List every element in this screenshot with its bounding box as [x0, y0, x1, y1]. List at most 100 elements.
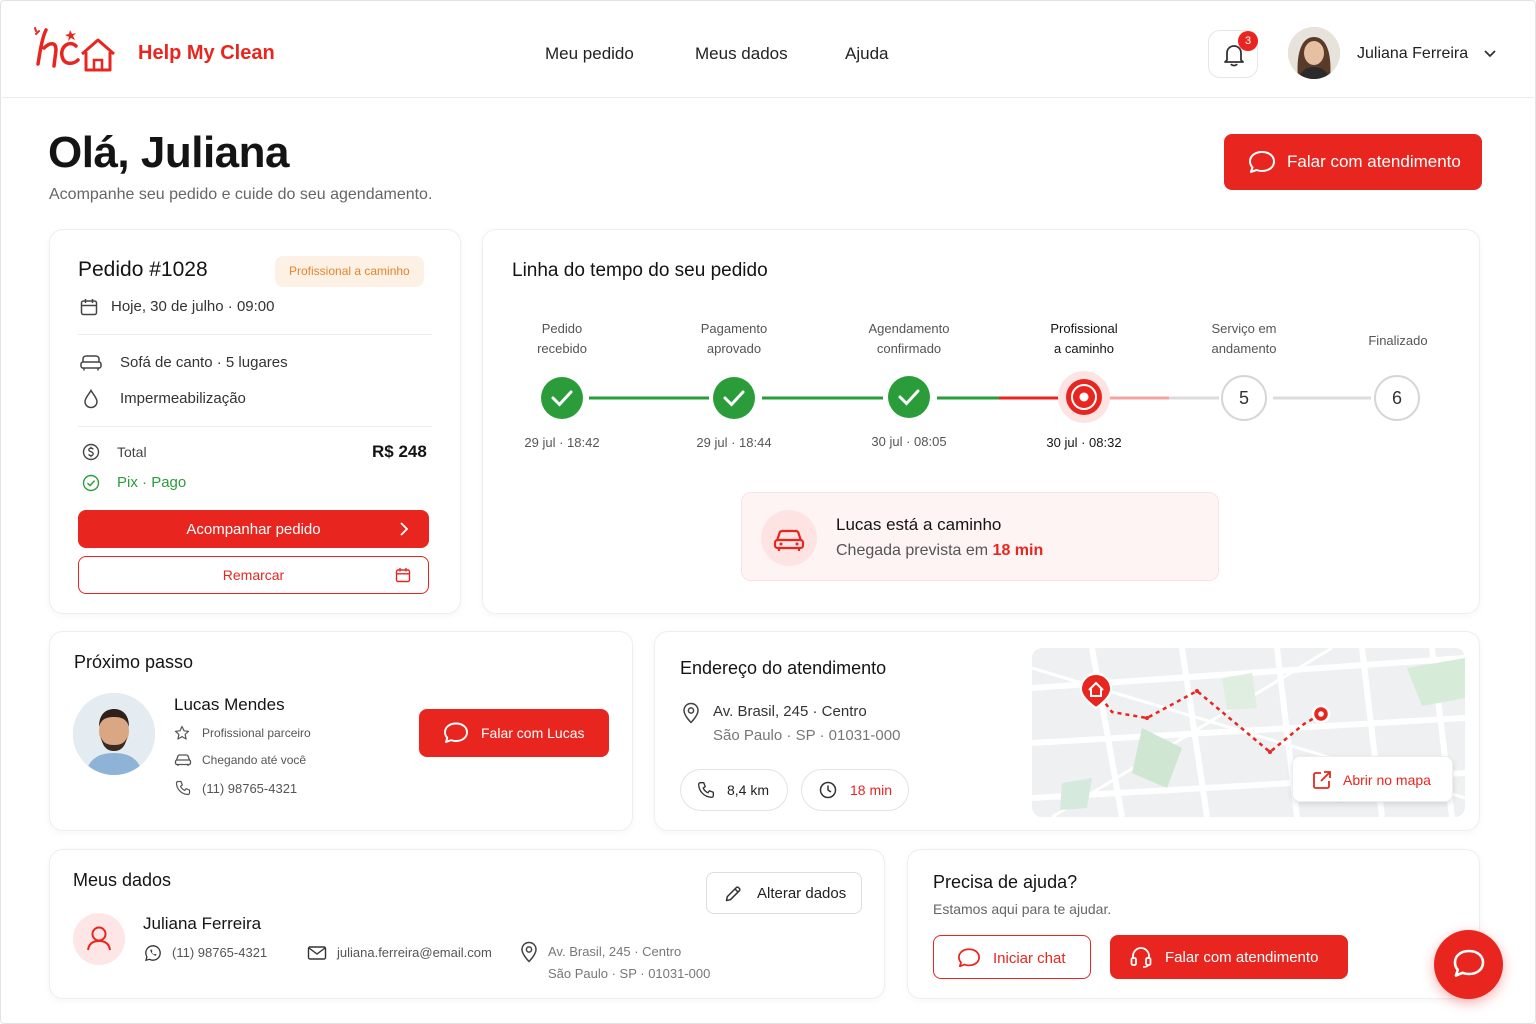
location-target-icon: [1058, 371, 1110, 423]
chat-bubble-icon: [1249, 151, 1275, 173]
next-step-title: Próximo passo: [74, 652, 194, 672]
start-chat-label: Iniciar chat: [993, 950, 1066, 967]
brand-logo[interactable]: [30, 24, 120, 78]
open-map-button[interactable]: Abrir no mapa: [1292, 756, 1453, 802]
help-title: Precisa de ajuda?: [933, 872, 1078, 892]
track-order-label: Acompanhar pedido: [186, 520, 321, 538]
clock-icon: [819, 781, 837, 799]
check-icon: [713, 377, 755, 419]
timeline-step-date: 29 jul · 18:42: [524, 435, 600, 450]
address-district: Centro: [821, 703, 867, 720]
address-line-2: São Paulo · SP · 01031-000: [713, 727, 901, 744]
calendar-icon: [395, 568, 411, 583]
timeline-title: Linha do tempo do seu pedido: [512, 260, 768, 281]
address-state: SP: [795, 727, 816, 744]
talk-to-support-label: Falar com atendimento: [1287, 152, 1461, 171]
start-chat-button[interactable]: Iniciar chat: [933, 935, 1091, 979]
car-small-icon: [174, 754, 192, 766]
open-map-label: Abrir no mapa: [1343, 772, 1431, 788]
customer-phone: (11) 98765-4321: [172, 945, 268, 960]
professional-avatar: [73, 693, 155, 775]
order-date-row: Hoje, 30 de julho · 09:00: [111, 298, 275, 315]
phone-icon: [175, 780, 191, 796]
sofa-icon: [80, 355, 102, 371]
calendar-icon: [80, 299, 98, 316]
customer-name: Juliana Ferreira: [143, 914, 262, 933]
timeline-step-date: 30 jul · 08:32: [1046, 435, 1122, 450]
greeting-title: Olá, Juliana: [48, 128, 289, 177]
notification-badge: 3: [1238, 31, 1258, 51]
nav-meu-pedido[interactable]: Meu pedido: [545, 44, 634, 64]
total-label: Total: [117, 444, 147, 460]
route-map[interactable]: Abrir no mapa: [1032, 648, 1465, 817]
order-card: Pedido #1028 Profissional a caminho Hoje…: [49, 229, 461, 614]
customer-address-line-1: Av. Brasil, 245 · Centro: [548, 944, 682, 959]
order-seats: 5 lugares: [225, 354, 288, 371]
talk-to-support-button[interactable]: Falar com atendimento: [1224, 134, 1482, 190]
track-order-button[interactable]: Acompanhar pedido: [78, 510, 429, 548]
timeline-step-label: Pagamento aprovado: [700, 321, 768, 356]
talk-to-lucas-button[interactable]: Falar com Lucas: [419, 709, 609, 757]
phone-icon: [698, 782, 714, 798]
user-name[interactable]: Juliana Ferreira: [1357, 45, 1468, 63]
address-title: Endereço do atendimento: [680, 658, 887, 678]
support-label: Falar com atendimento: [1165, 949, 1319, 966]
chat-bubble-icon: [444, 722, 468, 743]
chevron-down-icon[interactable]: [1482, 46, 1498, 62]
timeline-step-label: Serviço em andamento: [1211, 321, 1277, 356]
divider: [78, 334, 432, 335]
reschedule-button[interactable]: Remarcar: [78, 556, 429, 594]
location-pin-icon: [521, 941, 537, 963]
payment-method: Pix: [117, 474, 138, 491]
status-badge: Profissional a caminho: [275, 256, 424, 287]
check-circle-icon: [82, 474, 100, 492]
edit-data-label: Alterar dados: [757, 885, 847, 902]
distance-chip: 8,4 km: [680, 769, 788, 811]
duration-chip: 18 min: [801, 769, 909, 811]
customer-email: juliana.ferreira@email.com: [337, 945, 492, 960]
eta-value: 18 min: [992, 542, 1044, 559]
user-avatar[interactable]: [1288, 27, 1340, 79]
mail-icon: [307, 946, 327, 960]
address-city: São Paulo: [713, 727, 783, 744]
user-icon: [73, 913, 125, 965]
top-header: Help My Clean Meu pedido Meus dados Ajud…: [0, 0, 1536, 98]
eta-text: Chegada prevista em 18 min: [836, 542, 1043, 560]
car-icon: [761, 510, 817, 566]
order-timeline-card: Linha do tempo do seu pedido Pedido receb…: [482, 229, 1480, 614]
customer-address-line-2: São Paulo · SP · 01031-000: [548, 966, 711, 981]
order-item-row: Sofá de canto · 5 lugares: [120, 354, 288, 371]
greeting-subtitle: Acompanhe seu pedido e cuide do seu agen…: [49, 186, 433, 203]
professional-role: Profissional parceiro: [202, 726, 311, 740]
timeline-step-label: Finalizado: [1368, 333, 1428, 348]
eta-title: Lucas está a caminho: [836, 515, 1002, 534]
floating-chat-button[interactable]: [1434, 930, 1503, 999]
chat-bubble-icon: [1453, 949, 1485, 977]
location-pin-icon: [683, 702, 699, 724]
divider: [78, 426, 432, 427]
help-card: Precisa de ajuda? Estamos aqui para te a…: [907, 849, 1480, 999]
reschedule-label: Remarcar: [222, 567, 285, 583]
address-zip: 01031-000: [828, 727, 901, 744]
timeline-step-label: Profissional a caminho: [1050, 321, 1118, 356]
star-badge-icon: [174, 725, 190, 740]
my-data-card: Meus dados Alterar dados Juliana Ferreir…: [49, 849, 885, 999]
pencil-icon: [725, 886, 741, 902]
nav-meus-dados[interactable]: Meus dados: [695, 44, 788, 64]
my-data-title: Meus dados: [73, 870, 172, 890]
check-icon: [541, 377, 583, 419]
address-street: Av. Brasil, 245: [713, 703, 809, 720]
order-time: 09:00: [236, 298, 275, 315]
talk-to-lucas-label: Falar com Lucas: [481, 725, 585, 741]
address-card: Endereço do atendimento Av. Brasil, 245 …: [654, 631, 1480, 831]
eta-box: Lucas está a caminho Chegada prevista em…: [741, 492, 1219, 581]
whatsapp-icon: [145, 945, 161, 962]
support-button[interactable]: Falar com atendimento: [1110, 935, 1348, 979]
timeline-step-label: Agendamento confirmado: [868, 321, 950, 356]
help-subtitle: Estamos aqui para te ajudar.: [933, 901, 1112, 917]
chat-bubble-icon: [958, 948, 980, 968]
nav-ajuda[interactable]: Ajuda: [845, 44, 888, 64]
edit-data-button[interactable]: Alterar dados: [706, 872, 862, 914]
payment-status: Pago: [151, 474, 187, 491]
timeline-step-date: 29 jul · 18:44: [696, 435, 772, 450]
